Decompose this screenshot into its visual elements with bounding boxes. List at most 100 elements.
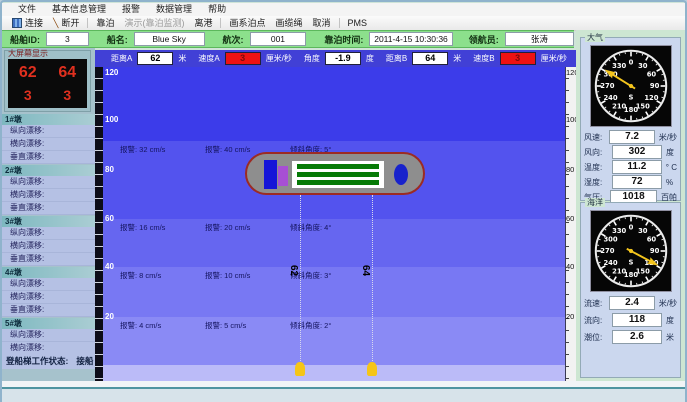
draw-mooring-line-button[interactable]: 画缆绳: [271, 17, 308, 30]
berth-time-label: 靠泊时间:: [324, 33, 363, 46]
cargo-hatch: [297, 172, 379, 177]
menu-file[interactable]: 文件: [10, 3, 44, 16]
menu-alarm[interactable]: 报警: [114, 3, 148, 16]
pier-group-2: 2#墩 纵向漂移: 横向漂移: 垂直漂移:: [2, 165, 95, 215]
led-distance-b: 64: [58, 64, 76, 82]
wind-direction-unit: 度: [662, 147, 674, 158]
svg-text:S: S: [628, 94, 633, 102]
menu-basic-info[interactable]: 基本信息管理: [44, 3, 114, 16]
distance-a-value: 62: [137, 52, 173, 65]
svg-text:330: 330: [612, 62, 626, 70]
longitudinal-drift-label: 纵向漂移:: [2, 278, 95, 291]
pms-button[interactable]: PMS: [343, 17, 373, 30]
humidity-label: 湿度:: [584, 177, 612, 188]
speed-a-label: 速度A: [198, 53, 219, 64]
lateral-drift-label: 横向漂移:: [2, 240, 95, 253]
ship-graphic[interactable]: [245, 152, 425, 195]
distance-a-unit: 米: [178, 53, 186, 64]
svg-text:300: 300: [603, 235, 617, 243]
mooring-line-b: [372, 195, 373, 365]
gangway-status-value: 接船: [76, 355, 93, 367]
humidity-row: 湿度: 72 %: [581, 175, 680, 189]
disconnect-button[interactable]: ╲ 断开: [48, 17, 84, 30]
voyage-label: 航次:: [223, 33, 244, 46]
berth-button[interactable]: 靠泊: [91, 17, 119, 30]
ship-name-field[interactable]: Blue Sky: [134, 32, 205, 46]
wind-direction-value: 302: [612, 145, 662, 159]
angle-value: -1.9: [325, 52, 361, 65]
speed-a-unit: 厘米/秒: [266, 53, 292, 64]
pilot-label: 领航员:: [469, 33, 499, 46]
toolbar-separator: [87, 18, 88, 28]
tide-level-unit: 米: [662, 332, 674, 343]
draw-mooring-point-button[interactable]: 画系泊点: [224, 17, 270, 30]
big-screen-display-panel: 大屏幕显示 62 64 3 3: [4, 50, 91, 112]
y-axis-label: 40: [105, 262, 114, 272]
left-ruler: [95, 67, 103, 381]
svg-text:30: 30: [638, 227, 648, 235]
ship-id-field[interactable]: 3: [46, 32, 89, 46]
mooring-line-a: [300, 195, 301, 365]
wind-direction-row: 风向: 302 度: [581, 145, 680, 159]
svg-text:90: 90: [649, 82, 659, 90]
cargo-hatch: [297, 164, 379, 169]
tide-level-label: 潮位:: [584, 332, 612, 343]
disconnect-icon: ╲: [53, 19, 58, 27]
alarm-threshold-row: 报警: 16 cm/s 报警: 20 cm/s 倾斜角度: 4°: [120, 222, 366, 233]
voyage-field[interactable]: 001: [250, 32, 307, 46]
lateral-drift-label: 横向漂移:: [2, 138, 95, 151]
current-direction-row: 流向: 118 度: [581, 312, 680, 328]
y-axis-label: 60: [105, 214, 114, 224]
led-distance-a: 62: [19, 64, 37, 82]
longitudinal-drift-label: 纵向漂移:: [2, 329, 95, 342]
alarm-col: 倾斜角度: 3°: [290, 270, 366, 281]
depart-button[interactable]: 离港: [189, 17, 217, 30]
toolbar: 连接 ╲ 断开 靠泊 演示(靠泊监测) 离港 画系泊点 画缆绳 取消 PMS: [2, 16, 685, 31]
svg-text:270: 270: [600, 247, 614, 255]
svg-text:0: 0: [628, 224, 633, 232]
svg-text:0: 0: [628, 59, 633, 67]
left-sidebar: 大屏幕显示 62 64 3 3 1#墩 纵向漂移: 横向漂移: 垂直漂移: 2: [2, 48, 95, 381]
distance-b-unit: 米: [453, 53, 461, 64]
ship-bridge: [264, 160, 277, 189]
wind-direction-label: 风向:: [584, 147, 612, 158]
alarm-col: 倾斜角度: 4°: [290, 222, 366, 233]
svg-text:90: 90: [649, 247, 659, 255]
alarm-col: 报警: 8 cm/s: [120, 270, 196, 281]
ship-bow: [394, 164, 408, 185]
svg-text:60: 60: [646, 70, 656, 78]
gangway-status-row: 登船梯工作状态: 接船: [2, 353, 95, 369]
toolbar-separator: [339, 18, 340, 28]
alarm-col: 报警: 20 cm/s: [205, 222, 281, 233]
cancel-button[interactable]: 取消: [308, 17, 336, 30]
current-direction-value: 118: [612, 313, 662, 327]
mooring-point-marker-a[interactable]: [295, 362, 305, 376]
atmosphere-title: 大气: [585, 33, 605, 42]
alarm-threshold-row: 报警: 4 cm/s 报警: 5 cm/s 倾斜角度: 2°: [120, 320, 366, 331]
menu-data-management[interactable]: 数据管理: [148, 3, 200, 16]
longitudinal-drift-label: 纵向漂移:: [2, 227, 95, 240]
connect-button[interactable]: 连接: [7, 17, 48, 30]
svg-text:210: 210: [612, 268, 626, 276]
connect-icon: [12, 18, 22, 28]
pilot-field[interactable]: 张涛: [505, 32, 574, 46]
connect-label: 连接: [25, 17, 43, 30]
demo-monitor-button[interactable]: 演示(靠泊监测): [119, 17, 189, 30]
mooring-point-marker-b[interactable]: [367, 362, 377, 376]
y-axis-label: 100: [105, 115, 118, 125]
svg-text:240: 240: [603, 94, 617, 102]
ocean-title: 海洋: [585, 198, 605, 207]
ship-cargo-hatches: [292, 161, 384, 188]
dock-band: [103, 365, 566, 381]
berth-time-field[interactable]: 2011-4-15 10:30:36: [369, 32, 452, 46]
menu-help[interactable]: 帮助: [200, 3, 234, 16]
distance-b-value: 64: [412, 52, 448, 65]
pier-group-header: 1#墩: [2, 114, 95, 125]
menu-bar: 文件 基本信息管理 报警 数据管理 帮助: [2, 3, 685, 17]
depth-band: [103, 67, 566, 141]
y-axis-label: 120: [105, 68, 118, 78]
speed-b-value: 3: [500, 52, 536, 65]
distance-a-label: 距离A: [111, 53, 132, 64]
speed-b-label: 速度B: [473, 53, 494, 64]
svg-text:330: 330: [612, 227, 626, 235]
